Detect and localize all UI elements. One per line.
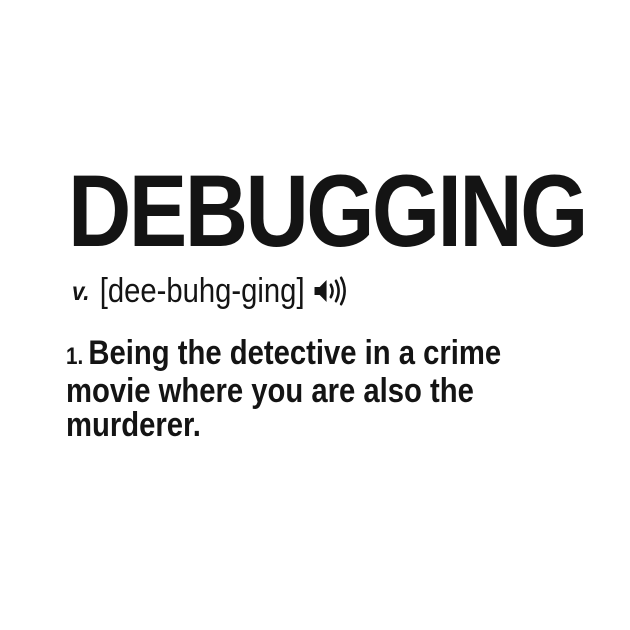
definition: 1. Being the detective in a crime movie w… [66, 336, 548, 442]
speaker-icon[interactable] [313, 276, 351, 306]
part-of-speech: v. [72, 276, 90, 306]
pronunciation: [dee-buhg-ging] [99, 272, 305, 310]
headword: DEBUGGING [68, 154, 588, 268]
definition-text: Being the detective in a crime movie whe… [66, 334, 502, 444]
dictionary-definition-graphic: DEBUGGING v. [dee-buhg-ging] 1. Being the… [0, 0, 630, 630]
pronunciation-line: v. [dee-buhg-ging] [72, 274, 351, 308]
definition-number: 1. [66, 343, 84, 370]
